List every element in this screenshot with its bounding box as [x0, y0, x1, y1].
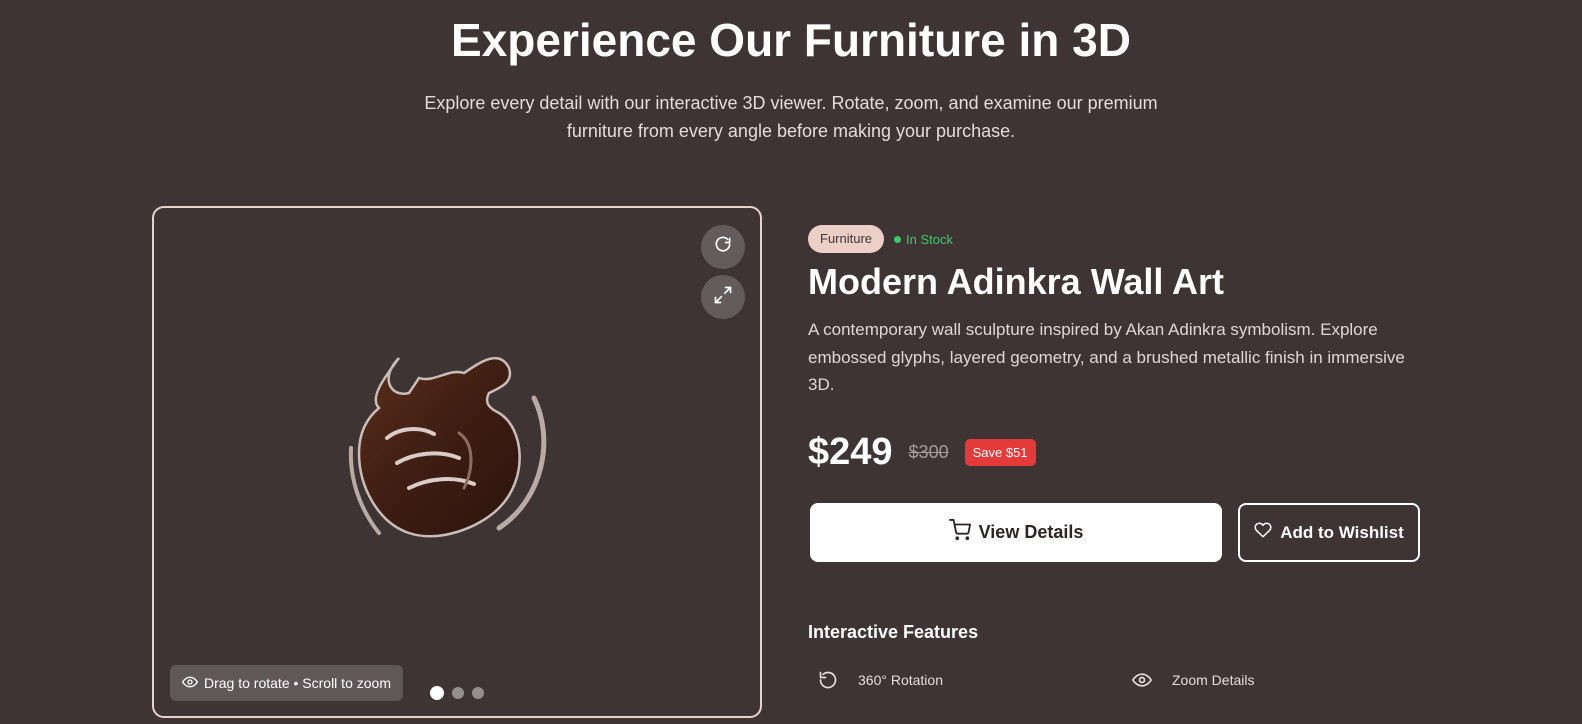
rotation-icon: [810, 666, 846, 694]
view-details-label: View Details: [978, 522, 1084, 542]
expand-icon: [713, 285, 733, 310]
page-subtitle: Explore every detail with our interactiv…: [424, 93, 1158, 141]
eye-icon: [1124, 666, 1160, 694]
stock-status: In Stock: [894, 232, 953, 247]
fullscreen-button[interactable]: [701, 275, 745, 319]
view-dot-3[interactable]: [472, 687, 484, 699]
feature-rotation-label: 360° Rotation: [858, 672, 943, 688]
stock-indicator-dot: [894, 235, 902, 243]
reset-rotation-button[interactable]: [701, 225, 745, 269]
stock-status-text: In Stock: [906, 231, 953, 247]
product-tags: Furniture In Stock: [808, 224, 1428, 254]
viewer-hint-text: Drag to rotate • Scroll to zoom: [204, 675, 391, 691]
heart-icon: [1254, 521, 1272, 544]
viewer-hint: Drag to rotate • Scroll to zoom: [170, 665, 403, 701]
current-price: $249: [808, 430, 893, 473]
category-badge: Furniture: [808, 225, 885, 253]
product-description: A contemporary wall sculpture inspired b…: [808, 320, 1405, 394]
feature-rotation: 360° Rotation: [810, 666, 943, 694]
feature-zoom: Zoom Details: [1124, 666, 1254, 694]
eye-icon: [182, 674, 198, 693]
feature-zoom-label: Zoom Details: [1172, 672, 1255, 688]
page-title: Experience Our Furniture in 3D: [451, 14, 1131, 66]
original-price: $300: [908, 441, 949, 462]
view-dot-2[interactable]: [452, 687, 464, 699]
price-row: $249 $300 Save $51: [808, 428, 1036, 476]
cart-icon: [948, 519, 971, 546]
view-details-button[interactable]: View Details: [810, 503, 1222, 562]
adinkra-wall-art-model[interactable]: [339, 338, 579, 558]
3d-viewer[interactable]: Drag to rotate • Scroll to zoom: [152, 206, 762, 718]
view-dot-1[interactable]: [430, 686, 444, 700]
features-title: Interactive Features: [808, 622, 979, 642]
savings-badge: Save $51: [964, 438, 1036, 466]
rotate-icon: [713, 235, 733, 260]
product-title: Modern Adinkra Wall Art: [808, 261, 1225, 302]
wishlist-label: Add to Wishlist: [1280, 522, 1404, 542]
add-to-wishlist-button[interactable]: Add to Wishlist: [1238, 503, 1420, 562]
product-info: Furniture In Stock Modern Adinkra Wall A…: [808, 224, 1428, 689]
view-pagination: [430, 686, 484, 700]
